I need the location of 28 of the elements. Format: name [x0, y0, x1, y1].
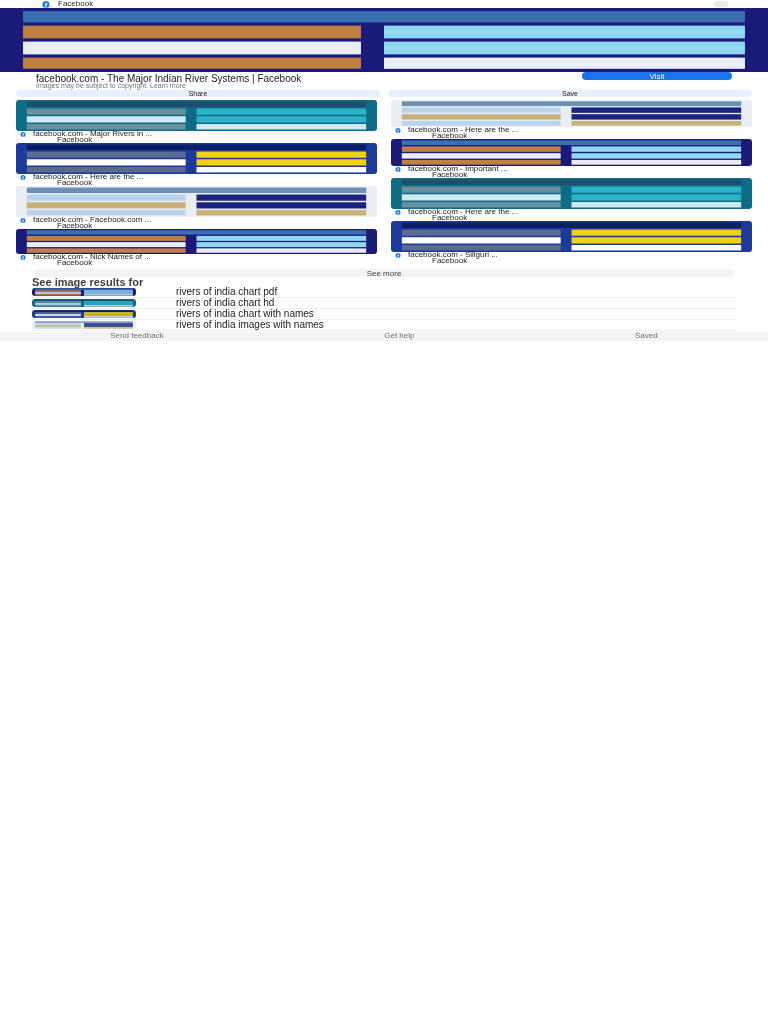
related-search-link[interactable]: rivers of india images with names: [156, 321, 324, 329]
result-source: Facebook: [57, 180, 93, 185]
footer-link[interactable]: Send feedback: [110, 332, 164, 341]
result-caption[interactable]: facebook.com - Here are the ...: [33, 174, 144, 180]
result-source: Facebook: [432, 258, 468, 263]
close-button[interactable]: [714, 1, 728, 7]
result-caption[interactable]: facebook.com - Major Rivers in ...: [33, 131, 153, 137]
section-heading: See image results for: [31, 278, 145, 287]
result-source: Facebook: [57, 223, 93, 228]
result-source: Facebook: [432, 215, 468, 220]
result-title[interactable]: facebook.com - The Major Indian River Systems | Facebook: [0, 72, 552, 82]
result-source: Facebook: [432, 172, 468, 177]
footer-link[interactable]: Saved: [635, 332, 658, 341]
related-search-link[interactable]: rivers of india chart with names: [156, 310, 314, 318]
source-name: Facebook: [58, 0, 94, 8]
visit-button[interactable]: Visit: [582, 72, 732, 80]
result-caption[interactable]: facebook.com - Siliguri ...: [408, 252, 498, 258]
result-caption[interactable]: facebook.com - Important ...: [408, 166, 508, 172]
result-caption[interactable]: facebook.com - Facebook.com ...: [33, 217, 152, 223]
result-caption[interactable]: facebook.com - Here are the ...: [408, 127, 519, 133]
see-more-button[interactable]: See more: [34, 269, 734, 277]
result-caption[interactable]: facebook.com - Nick Names of ...: [33, 254, 151, 260]
footer-link[interactable]: Get help: [384, 332, 415, 341]
result-source: Facebook: [57, 137, 93, 142]
result-source: Facebook: [57, 260, 93, 265]
related-search-link[interactable]: rivers of india chart hd: [156, 299, 275, 307]
result-caption[interactable]: facebook.com - Here are the ...: [408, 209, 519, 215]
result-source: Facebook: [432, 133, 468, 138]
